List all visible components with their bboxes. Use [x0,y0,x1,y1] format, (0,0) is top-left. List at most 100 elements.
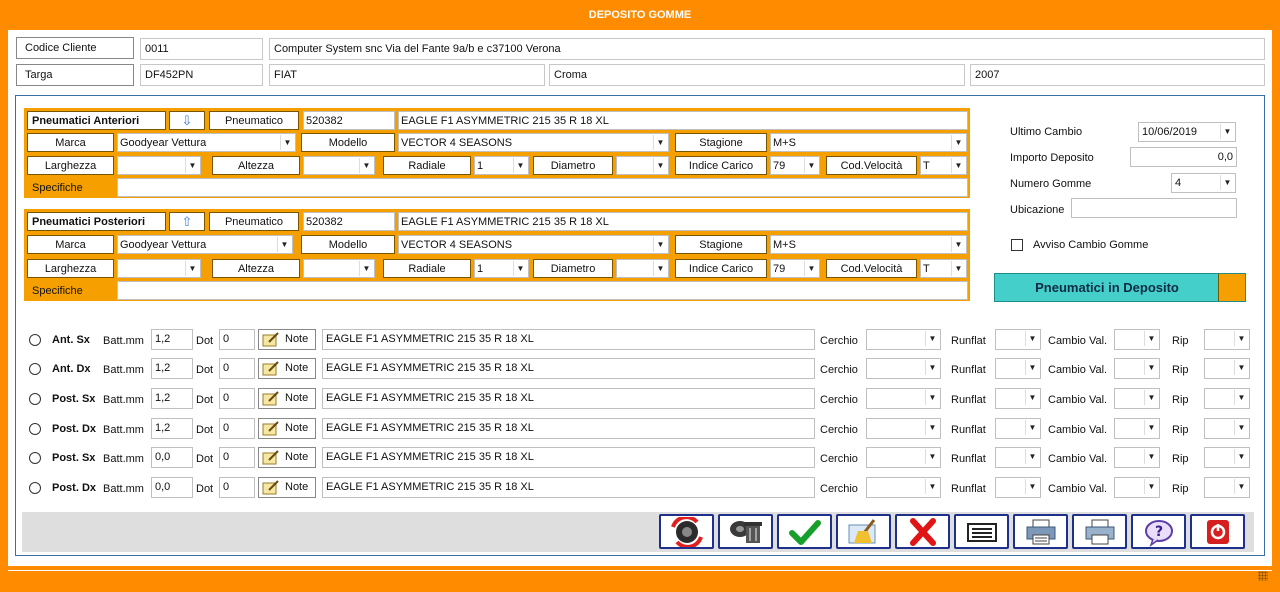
cerchio-select[interactable]: ▼ [866,388,941,409]
note-button[interactable]: Note [258,329,316,350]
wheel-description[interactable]: EAGLE F1 ASYMMETRIC 215 35 R 18 XL [322,388,815,409]
wheel-radio[interactable] [29,423,41,435]
ultimo-cambio-datepicker[interactable]: 10/06/2019 ▼ [1138,122,1236,142]
runflat-select[interactable]: ▼ [995,447,1041,468]
codice-cliente-field[interactable]: 0011 [140,38,263,60]
runflat-select[interactable]: ▼ [995,477,1041,498]
front-diametro-select[interactable]: ▼ [616,156,669,175]
list-button[interactable] [954,514,1009,549]
wheel-radio[interactable] [29,452,41,464]
cerchio-select[interactable]: ▼ [866,477,941,498]
rear-altezza-select[interactable]: ▼ [303,259,375,278]
batt-field[interactable]: 1,2 [151,358,193,379]
targa-field[interactable]: DF452PN [140,64,263,86]
runflat-select[interactable]: ▼ [995,329,1041,350]
note-button[interactable]: Note [258,358,316,379]
resize-grip-icon[interactable] [1258,571,1268,581]
clear-button[interactable] [836,514,891,549]
front-modello-select[interactable]: VECTOR 4 SEASONS ▼ [398,133,669,152]
batt-field[interactable]: 1,2 [151,418,193,439]
front-velocita-select[interactable]: T ▼ [920,156,967,175]
rear-tire-code[interactable]: 520382 [303,212,395,231]
runflat-select[interactable]: ▼ [995,388,1041,409]
batt-field[interactable]: 1,2 [151,388,193,409]
help-button[interactable]: ? [1131,514,1186,549]
rear-diametro-select[interactable]: ▼ [616,259,669,278]
pneumatici-deposito-button[interactable]: Pneumatici in Deposito [994,273,1246,302]
front-pneumatico-button[interactable]: Pneumatico [209,111,299,130]
rear-pneumatico-button[interactable]: Pneumatico [209,212,299,231]
rear-modello-select[interactable]: VECTOR 4 SEASONS ▼ [398,235,669,254]
cerchio-select[interactable]: ▼ [866,447,941,468]
rear-larghezza-select[interactable]: ▼ [117,259,201,278]
print-button[interactable] [1013,514,1068,549]
wheel-description[interactable]: EAGLE F1 ASYMMETRIC 215 35 R 18 XL [322,418,815,439]
print-preview-button[interactable] [1072,514,1127,549]
rip-select[interactable]: ▼ [1204,418,1250,439]
rear-specifiche-field[interactable] [117,281,968,300]
front-tire-code[interactable]: 520382 [303,111,395,130]
cambio-val-select[interactable]: ▼ [1114,447,1160,468]
rear-indice-select[interactable]: 79 ▼ [770,259,820,278]
avviso-checkbox[interactable] [1011,239,1023,251]
front-marca-select[interactable]: Goodyear Vettura ▼ [117,133,296,152]
rear-velocita-select[interactable]: T ▼ [920,259,967,278]
rear-stagione-select[interactable]: M+S ▼ [770,235,967,254]
vehicle-year-field[interactable]: 2007 [970,64,1265,86]
cambio-val-select[interactable]: ▼ [1114,477,1160,498]
front-stagione-select[interactable]: M+S ▼ [770,133,967,152]
batt-field[interactable]: 0,0 [151,477,193,498]
dot-field[interactable]: 0 [219,388,255,409]
wheel-radio[interactable] [29,393,41,405]
wheel-description[interactable]: EAGLE F1 ASYMMETRIC 215 35 R 18 XL [322,447,815,468]
cambio-val-select[interactable]: ▼ [1114,418,1160,439]
rip-select[interactable]: ▼ [1204,329,1250,350]
cambio-val-select[interactable]: ▼ [1114,329,1160,350]
wheel-description[interactable]: EAGLE F1 ASYMMETRIC 215 35 R 18 XL [322,477,815,498]
cambio-val-select[interactable]: ▼ [1114,358,1160,379]
cerchio-select[interactable]: ▼ [866,329,941,350]
cambio-val-select[interactable]: ▼ [1114,388,1160,409]
rear-marca-select[interactable]: Goodyear Vettura ▼ [117,235,293,254]
note-button[interactable]: Note [258,477,316,498]
refresh-tire-button[interactable] [659,514,714,549]
numero-gomme-select[interactable]: 4 ▼ [1171,173,1236,193]
rip-select[interactable]: ▼ [1204,447,1250,468]
wheel-radio[interactable] [29,363,41,375]
rear-tire-description[interactable]: EAGLE F1 ASYMMETRIC 215 35 R 18 XL [398,212,968,231]
rip-select[interactable]: ▼ [1204,477,1250,498]
dot-field[interactable]: 0 [219,418,255,439]
dot-field[interactable]: 0 [219,358,255,379]
cerchio-select[interactable]: ▼ [866,358,941,379]
front-larghezza-select[interactable]: ▼ [117,156,201,175]
front-indice-select[interactable]: 79 ▼ [770,156,820,175]
arrow-up-icon[interactable]: ⇧ [169,212,205,231]
runflat-select[interactable]: ▼ [995,418,1041,439]
cancel-button[interactable] [895,514,950,549]
arrow-down-icon[interactable]: ⇩ [169,111,205,130]
wheel-radio[interactable] [29,482,41,494]
wheel-radio[interactable] [29,334,41,346]
front-specifiche-field[interactable] [117,178,968,197]
rip-select[interactable]: ▼ [1204,358,1250,379]
runflat-select[interactable]: ▼ [995,358,1041,379]
rip-select[interactable]: ▼ [1204,388,1250,409]
cerchio-select[interactable]: ▼ [866,418,941,439]
batt-field[interactable]: 0,0 [151,447,193,468]
wheel-description[interactable]: EAGLE F1 ASYMMETRIC 215 35 R 18 XL [322,358,815,379]
front-altezza-select[interactable]: ▼ [303,156,375,175]
importo-deposito-field[interactable]: 0,0 [1130,147,1237,167]
dot-field[interactable]: 0 [219,447,255,468]
front-radiale-select[interactable]: 1 ▼ [474,156,529,175]
dot-field[interactable]: 0 [219,477,255,498]
rear-radiale-select[interactable]: 1 ▼ [474,259,529,278]
vehicle-model-field[interactable]: Croma [549,64,965,86]
note-button[interactable]: Note [258,418,316,439]
confirm-button[interactable] [777,514,832,549]
cliente-field[interactable]: Computer System snc Via del Fante 9a/b e… [269,38,1265,60]
dot-field[interactable]: 0 [219,329,255,350]
exit-button[interactable] [1190,514,1245,549]
delete-tires-button[interactable] [718,514,773,549]
front-tire-description[interactable]: EAGLE F1 ASYMMETRIC 215 35 R 18 XL [398,111,968,130]
note-button[interactable]: Note [258,388,316,409]
